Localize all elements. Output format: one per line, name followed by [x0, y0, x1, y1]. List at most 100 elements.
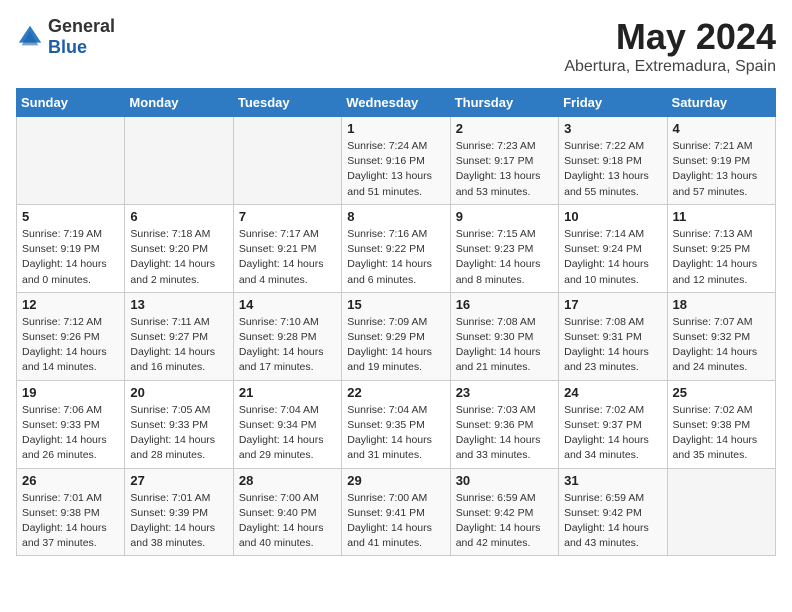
month-title: May 2024	[564, 16, 776, 58]
page-header: General Blue May 2024 Abertura, Extremad…	[16, 16, 776, 76]
day-info: Sunrise: 7:03 AMSunset: 9:36 PMDaylight:…	[456, 403, 553, 464]
calendar-cell: 17Sunrise: 7:08 AMSunset: 9:31 PMDayligh…	[559, 292, 667, 380]
day-number: 31	[564, 473, 661, 488]
day-info: Sunrise: 7:17 AMSunset: 9:21 PMDaylight:…	[239, 227, 336, 288]
calendar-table: SundayMondayTuesdayWednesdayThursdayFrid…	[16, 88, 776, 556]
calendar-cell: 18Sunrise: 7:07 AMSunset: 9:32 PMDayligh…	[667, 292, 775, 380]
day-number: 26	[22, 473, 119, 488]
calendar-cell: 23Sunrise: 7:03 AMSunset: 9:36 PMDayligh…	[450, 380, 558, 468]
calendar-cell	[233, 117, 341, 205]
day-info: Sunrise: 7:23 AMSunset: 9:17 PMDaylight:…	[456, 139, 553, 200]
day-info: Sunrise: 7:12 AMSunset: 9:26 PMDaylight:…	[22, 315, 119, 376]
calendar-cell: 10Sunrise: 7:14 AMSunset: 9:24 PMDayligh…	[559, 204, 667, 292]
calendar-week-row: 19 Sunrise: 7:06 AMSunset: 9:33 PMDayligh…	[17, 380, 776, 468]
weekday-header-wednesday: Wednesday	[342, 89, 450, 117]
day-info: Sunrise: 7:00 AMSunset: 9:41 PMDaylight:…	[347, 491, 444, 552]
calendar-cell: 30 Sunrise: 6:59 AMSunset: 9:42 PMDayligh…	[450, 468, 558, 556]
day-info: Sunrise: 7:06 AMSunset: 9:33 PMDaylight:…	[22, 403, 119, 464]
day-info: Sunrise: 6:59 AMSunset: 9:42 PMDaylight:…	[456, 491, 553, 552]
weekday-header-sunday: Sunday	[17, 89, 125, 117]
day-info: Sunrise: 7:15 AMSunset: 9:23 PMDaylight:…	[456, 227, 553, 288]
day-info: Sunrise: 7:04 AMSunset: 9:35 PMDaylight:…	[347, 403, 444, 464]
calendar-cell: 1 Sunrise: 7:24 AMSunset: 9:16 PMDaylight…	[342, 117, 450, 205]
calendar-cell: 6 Sunrise: 7:18 AMSunset: 9:20 PMDaylight…	[125, 204, 233, 292]
day-number: 16	[456, 297, 553, 312]
calendar-cell: 12 Sunrise: 7:12 AMSunset: 9:26 PMDayligh…	[17, 292, 125, 380]
day-number: 22	[347, 385, 444, 400]
calendar-week-row: 5 Sunrise: 7:19 AMSunset: 9:19 PMDaylight…	[17, 204, 776, 292]
weekday-header-monday: Monday	[125, 89, 233, 117]
calendar-cell: 20 Sunrise: 7:05 AMSunset: 9:33 PMDayligh…	[125, 380, 233, 468]
logo-general-text: General	[48, 16, 115, 36]
calendar-week-row: 12 Sunrise: 7:12 AMSunset: 9:26 PMDayligh…	[17, 292, 776, 380]
day-number: 12	[22, 297, 119, 312]
day-info: Sunrise: 7:19 AMSunset: 9:19 PMDaylight:…	[22, 227, 119, 288]
day-number: 14	[239, 297, 336, 312]
calendar-cell: 2 Sunrise: 7:23 AMSunset: 9:17 PMDaylight…	[450, 117, 558, 205]
day-number: 19	[22, 385, 119, 400]
day-info: Sunrise: 6:59 AMSunset: 9:42 PMDaylight:…	[564, 491, 661, 552]
day-number: 8	[347, 209, 444, 224]
calendar-cell	[667, 468, 775, 556]
day-number: 28	[239, 473, 336, 488]
calendar-cell: 9Sunrise: 7:15 AMSunset: 9:23 PMDaylight…	[450, 204, 558, 292]
day-number: 18	[673, 297, 770, 312]
day-info: Sunrise: 7:01 AMSunset: 9:39 PMDaylight:…	[130, 491, 227, 552]
day-info: Sunrise: 7:09 AMSunset: 9:29 PMDaylight:…	[347, 315, 444, 376]
calendar-week-row: 26 Sunrise: 7:01 AMSunset: 9:38 PMDayligh…	[17, 468, 776, 556]
day-number: 29	[347, 473, 444, 488]
day-info: Sunrise: 7:21 AMSunset: 9:19 PMDaylight:…	[673, 139, 770, 200]
day-number: 6	[130, 209, 227, 224]
day-number: 15	[347, 297, 444, 312]
calendar-cell: 22 Sunrise: 7:04 AMSunset: 9:35 PMDayligh…	[342, 380, 450, 468]
day-info: Sunrise: 7:11 AMSunset: 9:27 PMDaylight:…	[130, 315, 227, 376]
day-number: 4	[673, 121, 770, 136]
weekday-header-tuesday: Tuesday	[233, 89, 341, 117]
day-info: Sunrise: 7:02 AMSunset: 9:37 PMDaylight:…	[564, 403, 661, 464]
weekday-header-thursday: Thursday	[450, 89, 558, 117]
day-info: Sunrise: 7:18 AMSunset: 9:20 PMDaylight:…	[130, 227, 227, 288]
day-number: 27	[130, 473, 227, 488]
weekday-header-friday: Friday	[559, 89, 667, 117]
day-info: Sunrise: 7:10 AMSunset: 9:28 PMDaylight:…	[239, 315, 336, 376]
day-info: Sunrise: 7:24 AMSunset: 9:16 PMDaylight:…	[347, 139, 444, 200]
calendar-cell: 27 Sunrise: 7:01 AMSunset: 9:39 PMDayligh…	[125, 468, 233, 556]
calendar-cell: 16 Sunrise: 7:08 AMSunset: 9:30 PMDayligh…	[450, 292, 558, 380]
calendar-cell: 31 Sunrise: 6:59 AMSunset: 9:42 PMDayligh…	[559, 468, 667, 556]
calendar-cell	[17, 117, 125, 205]
calendar-cell	[125, 117, 233, 205]
day-number: 2	[456, 121, 553, 136]
day-info: Sunrise: 7:14 AMSunset: 9:24 PMDaylight:…	[564, 227, 661, 288]
calendar-cell: 3 Sunrise: 7:22 AMSunset: 9:18 PMDaylight…	[559, 117, 667, 205]
weekday-header-row: SundayMondayTuesdayWednesdayThursdayFrid…	[17, 89, 776, 117]
day-number: 5	[22, 209, 119, 224]
day-info: Sunrise: 7:01 AMSunset: 9:38 PMDaylight:…	[22, 491, 119, 552]
day-number: 1	[347, 121, 444, 136]
day-info: Sunrise: 7:08 AMSunset: 9:30 PMDaylight:…	[456, 315, 553, 376]
calendar-cell: 25Sunrise: 7:02 AMSunset: 9:38 PMDayligh…	[667, 380, 775, 468]
day-info: Sunrise: 7:05 AMSunset: 9:33 PMDaylight:…	[130, 403, 227, 464]
day-number: 11	[673, 209, 770, 224]
calendar-cell: 26 Sunrise: 7:01 AMSunset: 9:38 PMDayligh…	[17, 468, 125, 556]
calendar-cell: 29 Sunrise: 7:00 AMSunset: 9:41 PMDayligh…	[342, 468, 450, 556]
calendar-cell: 11Sunrise: 7:13 AMSunset: 9:25 PMDayligh…	[667, 204, 775, 292]
day-number: 7	[239, 209, 336, 224]
day-number: 21	[239, 385, 336, 400]
logo-icon	[16, 23, 44, 51]
calendar-week-row: 1 Sunrise: 7:24 AMSunset: 9:16 PMDaylight…	[17, 117, 776, 205]
weekday-header-saturday: Saturday	[667, 89, 775, 117]
logo-blue-text: Blue	[48, 37, 87, 57]
day-number: 30	[456, 473, 553, 488]
day-number: 24	[564, 385, 661, 400]
calendar-cell: 8Sunrise: 7:16 AMSunset: 9:22 PMDaylight…	[342, 204, 450, 292]
calendar-cell: 28Sunrise: 7:00 AMSunset: 9:40 PMDayligh…	[233, 468, 341, 556]
day-number: 3	[564, 121, 661, 136]
logo: General Blue	[16, 16, 115, 58]
calendar-cell: 4 Sunrise: 7:21 AMSunset: 9:19 PMDaylight…	[667, 117, 775, 205]
calendar-cell: 21Sunrise: 7:04 AMSunset: 9:34 PMDayligh…	[233, 380, 341, 468]
day-number: 20	[130, 385, 227, 400]
day-info: Sunrise: 7:22 AMSunset: 9:18 PMDaylight:…	[564, 139, 661, 200]
title-area: May 2024 Abertura, Extremadura, Spain	[564, 16, 776, 76]
calendar-cell: 13 Sunrise: 7:11 AMSunset: 9:27 PMDayligh…	[125, 292, 233, 380]
day-number: 13	[130, 297, 227, 312]
